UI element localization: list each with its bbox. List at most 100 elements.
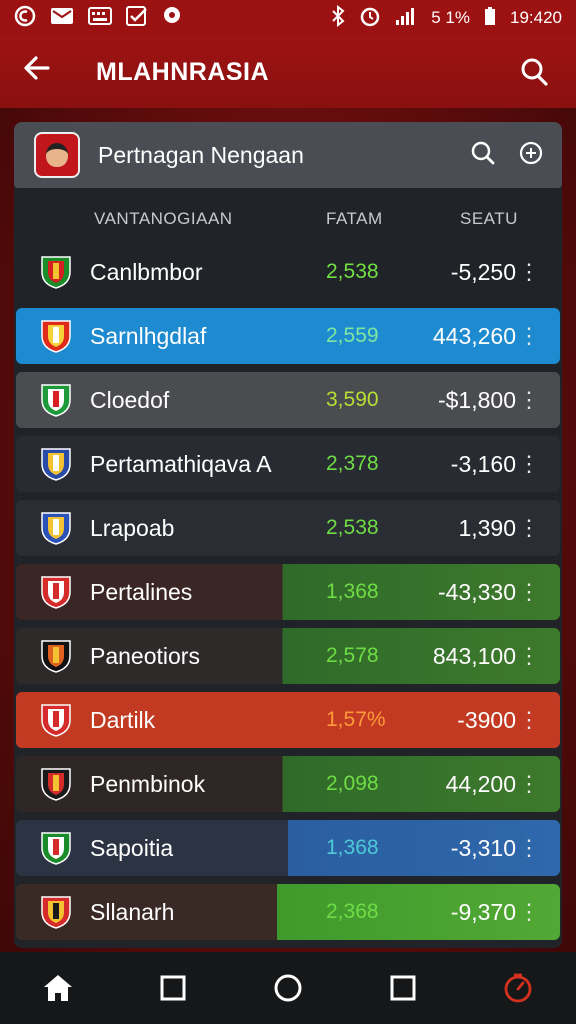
table-row[interactable]: Canlbmbor 2,538 -5,250 ⋮ — [16, 244, 560, 300]
signal-icon — [395, 6, 417, 31]
status-right-icons: 5 1% 19:420 — [331, 4, 562, 32]
team-crest-icon — [41, 256, 71, 289]
nav-square-button[interactable] — [143, 958, 203, 1018]
team-value: 3,590 — [326, 388, 379, 411]
team-score: -3,160 — [450, 450, 516, 477]
home-icon — [43, 975, 72, 1001]
team-score: -5,250 — [450, 258, 516, 285]
team-crest-icon — [41, 320, 71, 353]
team-name: Dartilk — [90, 706, 156, 733]
team-crest-icon — [41, 640, 71, 673]
stopwatch-icon — [504, 973, 532, 1003]
table-row[interactable]: Sapoitia 1,368 -3,310 ⋮ — [16, 820, 560, 876]
team-value: 2,098 — [326, 772, 379, 795]
team-value: 2,368 — [326, 900, 379, 923]
square-icon — [390, 975, 416, 1001]
table-row[interactable]: Paneotiors 2,578 843,100 ⋮ — [16, 628, 560, 684]
team-crest-icon — [41, 448, 71, 481]
team-name: Penmbinok — [90, 770, 206, 797]
table-row[interactable]: Sarnlhgdlaf 2,559 443,260 ⋮ — [16, 308, 560, 364]
more-options-icon[interactable]: ⋮ — [518, 899, 540, 925]
card-share-button[interactable] — [518, 140, 544, 171]
more-options-icon[interactable]: ⋮ — [518, 387, 540, 413]
more-options-icon[interactable]: ⋮ — [518, 707, 540, 733]
table-row[interactable]: Penmbinok 2,098 44,200 ⋮ — [16, 756, 560, 812]
nav-timer-button[interactable] — [488, 958, 548, 1018]
team-score: 843,100 — [432, 642, 516, 669]
clock-time: 19:420 — [510, 8, 562, 27]
card-search-button[interactable] — [470, 140, 496, 171]
table-row[interactable]: Lrapoab 2,538 1,390 ⋮ — [16, 500, 560, 556]
search-icon — [521, 58, 548, 86]
notification-c-icon — [14, 5, 36, 32]
team-name: Sarnlhgdlaf — [90, 322, 207, 349]
nav-home-button[interactable] — [28, 958, 88, 1018]
alarm-icon — [359, 5, 381, 32]
column-headers: VANTANOGIAAN FATAM SEATU — [14, 196, 562, 242]
team-value: 2,538 — [326, 516, 379, 539]
team-name: Cloedof — [90, 386, 170, 413]
team-value: 2,538 — [326, 260, 379, 283]
more-options-icon[interactable]: ⋮ — [518, 451, 540, 477]
team-name: Sapoitia — [90, 834, 174, 861]
status-bar: 5 1% 19:420 — [0, 0, 576, 36]
more-options-icon[interactable]: ⋮ — [518, 835, 540, 861]
nav-circle-button[interactable] — [258, 958, 318, 1018]
team-name: Lrapoab — [90, 514, 175, 541]
column-header-score: SEATU — [460, 209, 518, 228]
team-name: Sllanarh — [90, 898, 175, 925]
team-score: -$1,800 — [437, 386, 516, 413]
more-options-icon[interactable]: ⋮ — [518, 771, 540, 797]
table-row[interactable]: Sllanarh 2,368 -9,370 ⋮ — [16, 884, 560, 940]
column-header-value: FATAM — [326, 209, 383, 228]
team-crest-icon — [41, 832, 71, 865]
team-score: -3900 — [457, 706, 516, 733]
table-row[interactable]: Pertamathiqava A 2,378 -3,160 ⋮ — [16, 436, 560, 492]
navigation-bar — [0, 952, 576, 1024]
table-row[interactable]: Pertalines 1,368 -43,330 ⋮ — [16, 564, 560, 620]
checkbox-icon — [126, 5, 148, 31]
keyboard-icon — [88, 6, 112, 30]
nav-recent-button[interactable] — [373, 958, 433, 1018]
team-value: 2,578 — [326, 644, 379, 667]
team-score: -9,370 — [450, 898, 516, 925]
team-name: Paneotiors — [90, 642, 200, 669]
more-options-icon[interactable]: ⋮ — [518, 579, 540, 605]
team-name: Pertalines — [90, 578, 193, 605]
circle-icon — [274, 974, 302, 1002]
team-crest-icon — [41, 384, 71, 417]
bluetooth-icon — [331, 4, 345, 32]
team-crest-icon — [41, 896, 71, 929]
battery-icon — [484, 6, 496, 31]
team-value: 1,368 — [326, 836, 379, 859]
team-score: -3,310 — [450, 834, 516, 861]
app-title: MLAHNRASIA — [96, 57, 270, 86]
team-crest-icon — [41, 576, 71, 609]
more-options-icon[interactable]: ⋮ — [518, 259, 540, 285]
table-row[interactable]: Cloedof 3,590 -$1,800 ⋮ — [16, 372, 560, 428]
search-button[interactable] — [514, 57, 554, 87]
more-options-icon[interactable]: ⋮ — [518, 643, 540, 669]
search-icon — [471, 141, 495, 164]
team-score: 44,200 — [445, 770, 516, 797]
card-header: Pertnagan Nengaan — [14, 122, 562, 188]
team-score: -43,330 — [437, 578, 516, 605]
back-arrow-icon — [24, 56, 50, 80]
more-options-icon[interactable]: ⋮ — [518, 323, 540, 349]
team-score: 1,390 — [458, 514, 516, 541]
back-button[interactable] — [22, 53, 70, 91]
status-left-icons — [14, 5, 182, 32]
team-crest-icon — [41, 512, 71, 545]
team-crest-icon — [41, 704, 71, 737]
more-options-icon[interactable]: ⋮ — [518, 515, 540, 541]
location-icon — [162, 5, 182, 32]
table-row[interactable]: Dartilk 1,57% -3900 ⋮ — [16, 692, 560, 748]
avatar — [34, 132, 80, 178]
team-value: 2,559 — [326, 324, 379, 347]
team-name: Pertamathiqava A — [90, 450, 272, 477]
app-bar: MLAHNRASIA — [0, 36, 576, 108]
card-title: Pertnagan Nengaan — [98, 141, 304, 168]
battery-percent: 5 1% — [431, 8, 470, 27]
column-header-name: VANTANOGIAAN — [94, 209, 233, 228]
square-icon — [160, 975, 186, 1001]
